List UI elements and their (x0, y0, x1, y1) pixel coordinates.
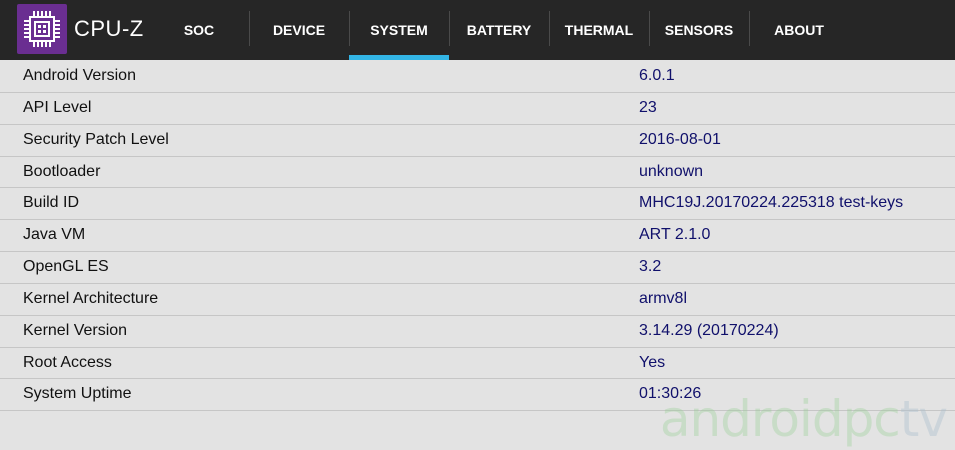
info-label: Java VM (23, 226, 86, 244)
info-label: OpenGL ES (23, 258, 109, 276)
info-value: 3.14.29 (20170224) (639, 321, 779, 339)
info-value: ART 2.1.0 (639, 226, 711, 244)
tab-bar: SOC DEVICE SYSTEM BATTERY THERMAL SENSOR… (149, 0, 849, 60)
watermark-part: tv (899, 390, 948, 448)
info-label: Android Version (23, 67, 136, 84)
info-label: Kernel Version (23, 321, 128, 339)
info-label: Kernel Architecture (23, 289, 159, 307)
cpu-chip-icon (17, 4, 67, 54)
info-label: System Uptime (23, 385, 132, 403)
info-value: Yes (639, 353, 666, 371)
info-value: unknown (639, 162, 704, 180)
info-value: armv8l (639, 289, 688, 307)
info-label: Security Patch Level (23, 130, 169, 148)
info-label: Bootloader (23, 162, 101, 180)
info-label: Root Access (23, 353, 112, 371)
info-row-android-version: Android Version 6.0.1 (0, 61, 955, 93)
info-row-kernel-version: Kernel Version 3.14.29 (20170224) (0, 316, 955, 348)
info-label: API Level (23, 98, 92, 116)
tab-thermal[interactable]: THERMAL (549, 0, 649, 60)
info-row-api-level: API Level 23 (0, 93, 955, 125)
info-value: 3.2 (639, 258, 662, 276)
info-label: Build ID (23, 194, 80, 212)
tab-system[interactable]: SYSTEM (349, 0, 449, 60)
watermark-part: android (659, 390, 844, 448)
info-value: 23 (639, 98, 657, 116)
info-row-security-patch-level: Security Patch Level 2016-08-01 (0, 125, 955, 157)
app-title: CPU-Z (74, 16, 144, 41)
info-row-bootloader: Bootloader unknown (0, 157, 955, 189)
info-row-kernel-architecture: Kernel Architecture armv8l (0, 284, 955, 316)
tab-soc[interactable]: SOC (149, 0, 249, 60)
tab-sensors[interactable]: SENSORS (649, 0, 749, 60)
tab-device[interactable]: DEVICE (249, 0, 349, 60)
info-row-opengl-es: OpenGL ES 3.2 (0, 252, 955, 284)
info-row-root-access: Root Access Yes (0, 348, 955, 380)
tab-about[interactable]: ABOUT (749, 0, 849, 60)
info-value: MHC19J.20170224.225318 test-keys (639, 194, 904, 212)
watermark-part: pc (842, 390, 901, 448)
info-row-java-vm: Java VM ART 2.1.0 (0, 220, 955, 253)
system-info-list: Android Version 6.0.1 API Level 23 Secur… (0, 61, 955, 412)
tab-battery[interactable]: BATTERY (449, 0, 549, 60)
info-value: 6.0.1 (639, 67, 675, 84)
watermark-logo: androidpctv (660, 394, 948, 444)
info-value: 2016-08-01 (639, 130, 721, 148)
app-bar: CPU-Z SOC DEVICE SYSTEM BATTERY THERMAL … (0, 0, 955, 60)
info-row-build-id: Build ID MHC19J.20170224.225318 test-key… (0, 188, 955, 221)
